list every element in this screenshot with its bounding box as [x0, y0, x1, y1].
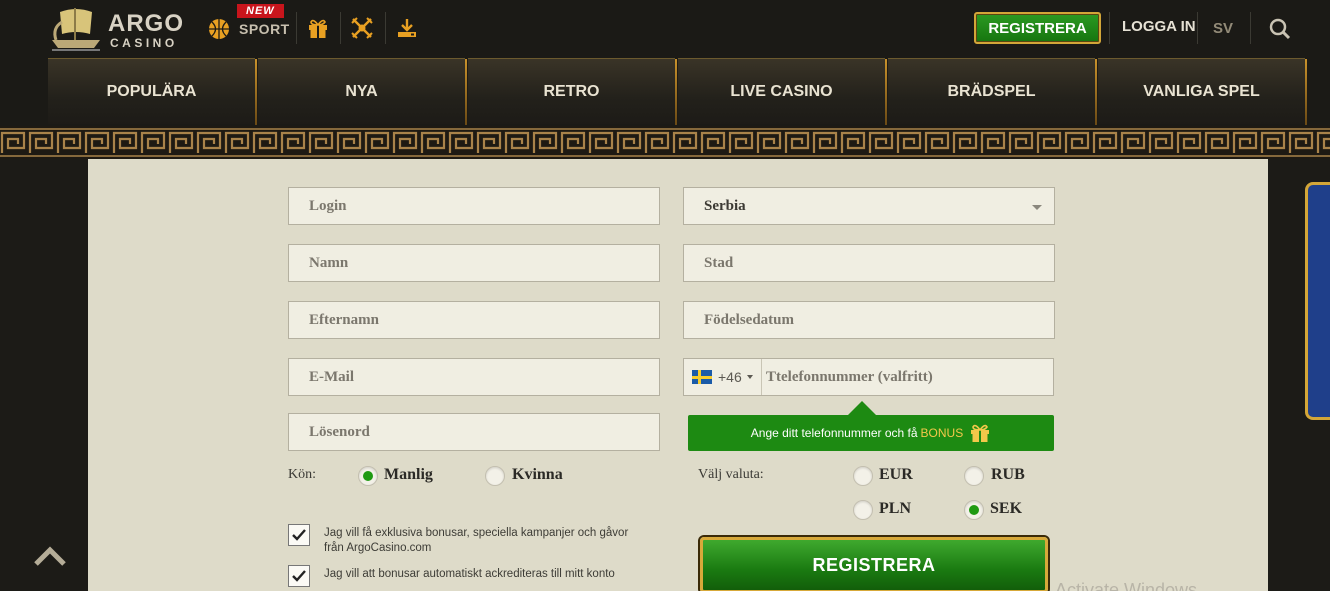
- main-navigation: POPULÄRA NYA RETRO LIVE CASINO BRÄDSPEL …: [48, 58, 1307, 125]
- nav-item-live-casino[interactable]: LIVE CASINO: [678, 58, 887, 125]
- gift-icon: [309, 19, 327, 38]
- gender-female-radio[interactable]: [485, 466, 505, 486]
- login-link[interactable]: LOGGA IN: [1122, 18, 1196, 35]
- gift-icon: [971, 424, 990, 442]
- currency-sek-radio[interactable]: [964, 500, 984, 520]
- sweden-flag-icon: [692, 370, 712, 384]
- chevron-down-icon: [1032, 205, 1042, 210]
- meander-border: [0, 126, 1330, 159]
- currency-pln-label[interactable]: PLN: [879, 500, 911, 518]
- header-divider: [340, 12, 341, 44]
- checkmark-icon: [292, 570, 306, 582]
- logo-subtext: CASINO: [110, 36, 178, 50]
- nav-item-popular[interactable]: POPULÄRA: [48, 58, 257, 125]
- login-field[interactable]: Login: [288, 187, 660, 225]
- registration-panel: [88, 159, 1268, 591]
- download-icon: [398, 19, 416, 37]
- search-icon[interactable]: [1268, 17, 1292, 41]
- email-field[interactable]: E-Mail: [288, 358, 660, 396]
- language-selector[interactable]: SV: [1213, 20, 1233, 37]
- nav-item-board-games[interactable]: BRÄDSPEL: [888, 58, 1097, 125]
- side-promo-widget[interactable]: [1305, 182, 1330, 420]
- header-divider: [1197, 12, 1198, 44]
- download-button[interactable]: [392, 13, 422, 43]
- logo-text: ARGO: [108, 10, 184, 37]
- left-side-background: [0, 159, 88, 591]
- currency-label: Välj valuta:: [698, 467, 764, 482]
- currency-eur-radio[interactable]: [853, 466, 873, 486]
- gender-label: Kön:: [288, 467, 316, 482]
- currency-sek-label[interactable]: SEK: [990, 500, 1022, 518]
- basketball-icon: [209, 19, 229, 39]
- bonus-text: Ange ditt telefonnummer och få: [750, 426, 918, 440]
- birthdate-field[interactable]: Födelsedatum: [683, 301, 1055, 339]
- currency-pln-radio[interactable]: [853, 500, 873, 520]
- name-field[interactable]: Namn: [288, 244, 660, 282]
- gift-button[interactable]: [303, 13, 333, 43]
- os-watermark: Activate Windows: [1055, 580, 1198, 591]
- bonus-highlight: BONUS: [920, 426, 964, 440]
- header-divider: [385, 12, 386, 44]
- auto-bonus-checkbox[interactable]: [288, 565, 310, 587]
- header-divider: [296, 12, 297, 44]
- currency-rub-label[interactable]: RUB: [991, 466, 1025, 484]
- phone-country-code-selector[interactable]: +46: [684, 359, 762, 395]
- register-submit-button[interactable]: REGISTRERA: [700, 537, 1048, 591]
- register-button-header[interactable]: REGISTRERA: [974, 12, 1101, 44]
- header-divider: [1250, 12, 1251, 44]
- crossed-swords-icon: [351, 17, 373, 39]
- sport-label: SPORT: [239, 21, 290, 37]
- country-select[interactable]: Serbia: [683, 187, 1055, 225]
- nav-item-common-games[interactable]: VANLIGA SPEL: [1098, 58, 1307, 125]
- header-divider: [1109, 12, 1110, 44]
- auto-bonus-checkbox-label: Jag vill att bonusar automatiskt ackredi…: [324, 568, 615, 580]
- phone-bonus-banner: Ange ditt telefonnummer och få BONUS: [688, 415, 1054, 451]
- phone-code: +46: [718, 369, 742, 385]
- tournaments-button[interactable]: [347, 13, 377, 43]
- phone-placeholder: Ttelefonnummer (valfritt): [766, 368, 933, 385]
- checkmark-icon: [292, 529, 306, 541]
- promo-checkbox[interactable]: [288, 524, 310, 546]
- ship-logo-icon: [52, 8, 100, 51]
- scroll-to-top-icon[interactable]: [30, 540, 70, 574]
- phone-field[interactable]: +46 Ttelefonnummer (valfritt): [683, 358, 1054, 396]
- new-badge: NEW: [237, 4, 284, 18]
- city-field[interactable]: Stad: [683, 244, 1055, 282]
- gender-male-radio[interactable]: [358, 466, 378, 486]
- nav-item-retro[interactable]: RETRO: [468, 58, 677, 125]
- tooltip-pointer: [848, 401, 876, 415]
- currency-rub-radio[interactable]: [964, 466, 984, 486]
- password-field[interactable]: Lösenord: [288, 413, 660, 451]
- country-value: Serbia: [704, 197, 746, 214]
- surname-field[interactable]: Efternamn: [288, 301, 660, 339]
- gender-female-label[interactable]: Kvinna: [512, 466, 563, 484]
- currency-eur-label[interactable]: EUR: [879, 466, 913, 484]
- gender-male-label[interactable]: Manlig: [384, 466, 433, 484]
- argo-casino-logo[interactable]: ARGO CASINO: [46, 4, 196, 52]
- caret-down-icon: [746, 375, 753, 379]
- nav-item-new[interactable]: NYA: [258, 58, 467, 125]
- promo-checkbox-label: Jag vill få exklusiva bonusar, speciella…: [324, 527, 629, 554]
